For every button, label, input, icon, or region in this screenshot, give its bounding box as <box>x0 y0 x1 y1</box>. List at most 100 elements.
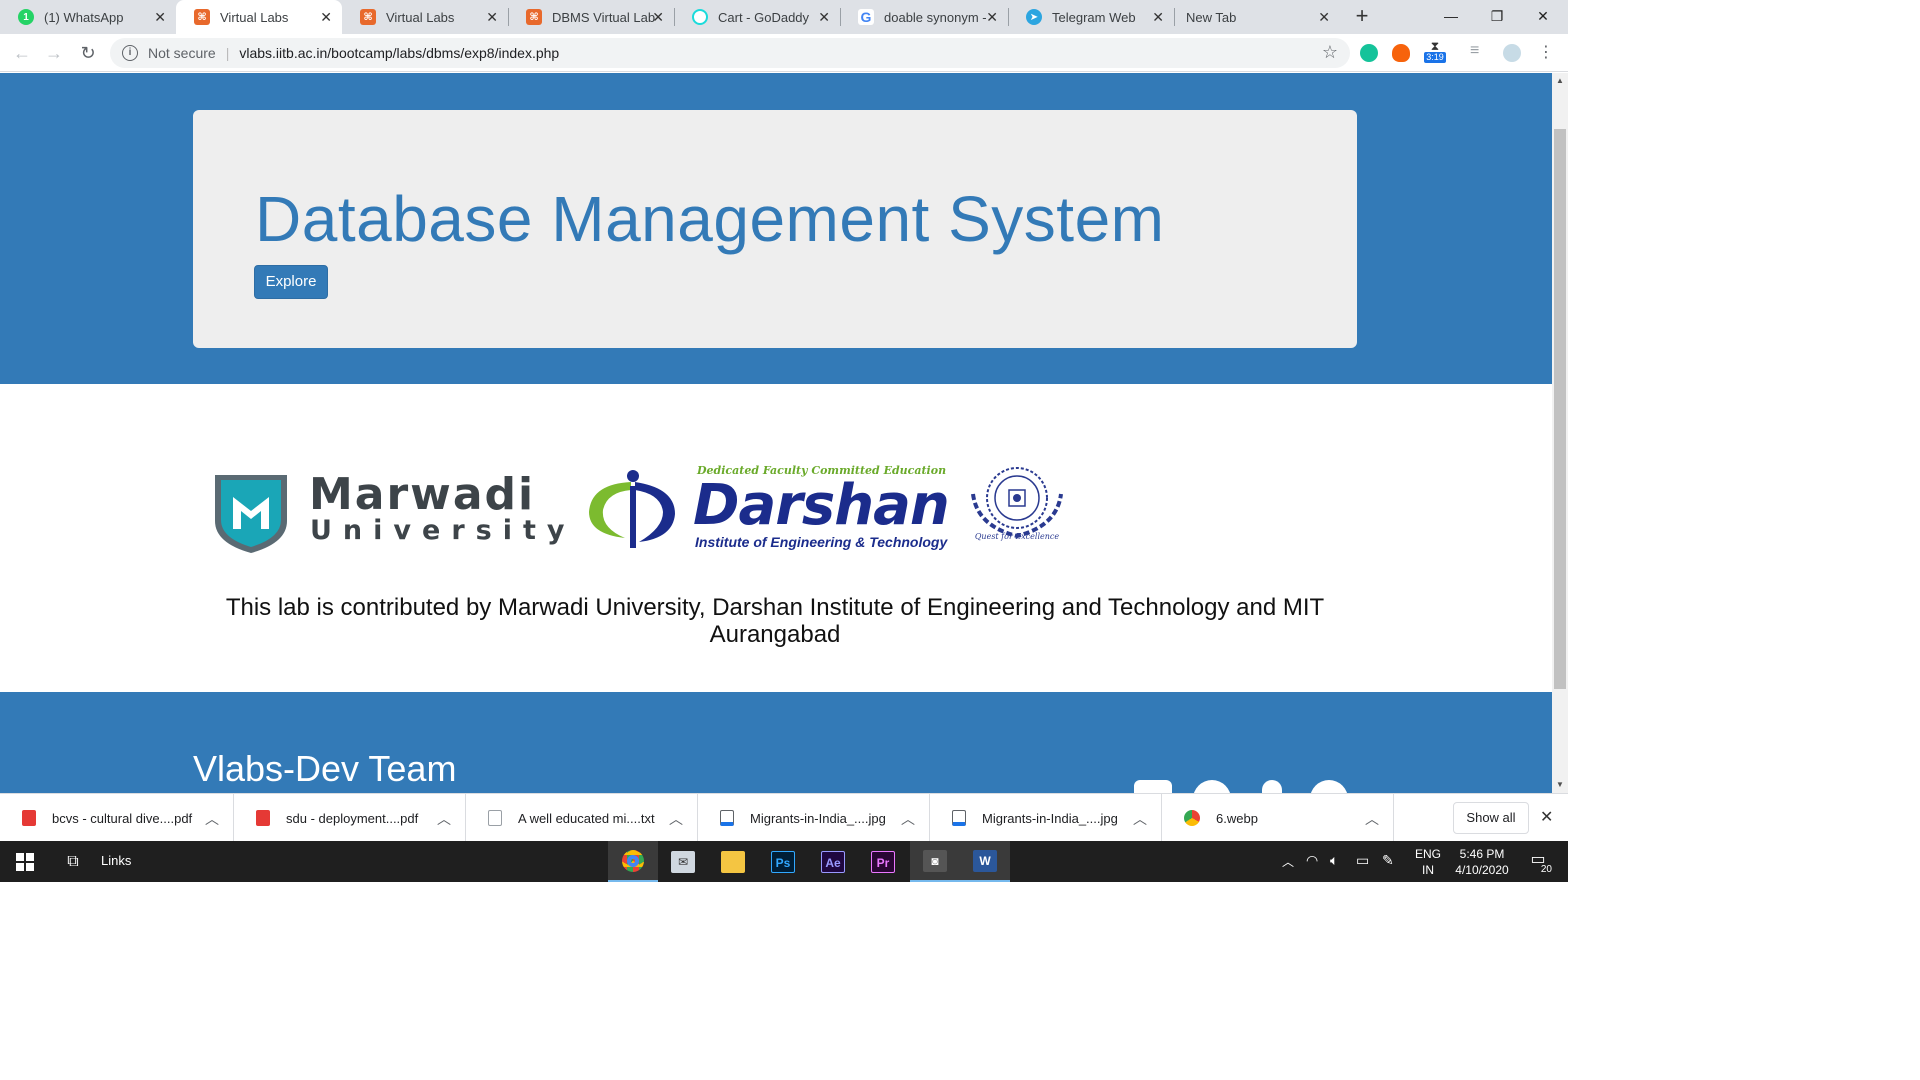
tab-virtual-labs[interactable]: ⌘ Virtual Labs ✕ <box>342 0 508 34</box>
forward-icon[interactable]: → <box>42 41 66 65</box>
mit-aurangabad-logo: Quest for Excellence <box>965 464 1069 554</box>
close-tab-icon[interactable]: ✕ <box>818 9 830 25</box>
tab-dbms-virtual-lab[interactable]: ⌘ DBMS Virtual Lab ✕ <box>508 0 674 34</box>
bookmark-star-icon[interactable]: ☆ <box>1322 42 1338 63</box>
contributors-section: Marwadi University Dedicated Faculty Com… <box>0 384 1552 692</box>
language-indicator[interactable]: ENG IN <box>1414 846 1442 878</box>
chrome-file-icon <box>1184 810 1200 826</box>
download-filename: A well educated mi....txt <box>518 810 655 826</box>
close-tab-icon[interactable]: ✕ <box>1152 9 1164 25</box>
close-tab-icon[interactable]: ✕ <box>486 9 498 25</box>
wifi-icon[interactable]: ◠ <box>1306 852 1318 869</box>
explore-button[interactable]: Explore <box>254 265 328 299</box>
tab-new-tab[interactable]: New Tab ✕ <box>1168 0 1340 34</box>
twitter-icon[interactable] <box>1193 780 1231 793</box>
chevron-up-icon[interactable]: ︿ <box>437 809 451 829</box>
notification-center-icon[interactable]: ▭ 20 <box>1524 849 1552 875</box>
pen-icon[interactable]: ✎ <box>1382 852 1394 869</box>
tab-title: Telegram Web <box>1052 9 1136 25</box>
marwadi-university-logo: Marwadi University <box>213 469 564 555</box>
footer-section: Vlabs-Dev Team <box>0 692 1552 793</box>
close-tab-icon[interactable]: ✕ <box>154 9 166 25</box>
facebook-icon[interactable] <box>1262 780 1282 793</box>
scroll-down-icon[interactable]: ▼ <box>1552 777 1568 793</box>
close-tab-icon[interactable]: ✕ <box>652 9 664 25</box>
scroll-thumb[interactable] <box>1554 129 1566 689</box>
chevron-up-icon[interactable]: ︿ <box>205 809 219 829</box>
new-tab-button[interactable]: + <box>1348 4 1376 30</box>
restore-button[interactable]: ❐ <box>1474 0 1520 34</box>
scroll-up-icon[interactable]: ▲ <box>1552 73 1568 89</box>
tab-title: Virtual Labs <box>220 9 289 25</box>
tab-whatsapp[interactable]: 1 (1) WhatsApp ✕ <box>0 0 176 34</box>
tab-telegram[interactable]: ➤ Telegram Web ✕ <box>1008 0 1174 34</box>
clock[interactable]: 5:46 PM 4/10/2020 <box>1450 846 1514 878</box>
chevron-up-icon[interactable]: ︿ <box>1133 809 1147 829</box>
minimize-button[interactable]: — <box>1428 0 1474 34</box>
tab-godaddy[interactable]: Cart - GoDaddy ✕ <box>674 0 840 34</box>
file-explorer-icon[interactable] <box>708 841 758 882</box>
chevron-up-icon[interactable]: ︿ <box>1365 809 1379 829</box>
battery-icon[interactable]: ▭ <box>1356 852 1369 869</box>
download-item[interactable]: bcvs - cultural dive....pdf ︿ <box>0 794 234 842</box>
show-all-button[interactable]: Show all <box>1453 802 1529 834</box>
volume-icon[interactable]: 🔈︎ <box>1330 852 1338 869</box>
close-window-button[interactable]: ✕ <box>1520 0 1566 34</box>
close-tab-icon[interactable]: ✕ <box>1318 9 1330 25</box>
back-icon[interactable]: ← <box>10 41 34 65</box>
photoshop-icon[interactable]: Ps <box>758 841 808 882</box>
task-view-icon[interactable]: ⧉ <box>48 841 98 882</box>
premiere-pro-icon[interactable]: Pr <box>858 841 908 882</box>
close-tab-icon[interactable]: ✕ <box>986 9 998 25</box>
grammarly-icon[interactable] <box>1360 44 1378 62</box>
tab-google-search[interactable]: G doable synonym - ✕ <box>840 0 1008 34</box>
download-item[interactable]: 6.webp ︿ <box>1162 794 1394 842</box>
download-filename: sdu - deployment....pdf <box>286 810 419 826</box>
close-shelf-icon[interactable]: ✕ <box>1540 807 1553 827</box>
info-icon[interactable]: i <box>122 45 138 61</box>
word-icon[interactable]: W <box>960 841 1010 882</box>
virtual-labs-icon: ⌘ <box>194 9 210 25</box>
profile-avatar[interactable] <box>1503 44 1521 62</box>
email-icon[interactable] <box>1310 780 1348 793</box>
download-item[interactable]: Migrants-in-India_....jpg ︿ <box>698 794 930 842</box>
close-tab-icon[interactable]: ✕ <box>320 9 332 25</box>
mit-seal-icon <box>971 467 1063 539</box>
windows-start-icon[interactable] <box>0 841 50 882</box>
tab-virtual-labs-active[interactable]: ⌘ Virtual Labs ✕ <box>176 0 342 34</box>
links-toolbar[interactable]: Links <box>101 853 131 868</box>
text-file-icon <box>488 810 502 826</box>
flame-extension-icon[interactable] <box>1392 44 1410 62</box>
darshan-emblem-icon <box>589 470 675 548</box>
download-filename: bcvs - cultural dive....pdf <box>52 810 193 826</box>
whatsapp-icon: 1 <box>18 9 34 25</box>
tab-strip: 1 (1) WhatsApp ✕ ⌘ Virtual Labs ✕ ⌘ Virt… <box>0 0 1568 34</box>
mail-app-icon[interactable]: ✉ <box>658 841 708 882</box>
chrome-taskbar-icon[interactable] <box>608 841 658 882</box>
tab-title: Virtual Labs <box>386 9 455 25</box>
timer-extension-icon[interactable]: ⧗ 3:19 <box>1424 40 1446 66</box>
download-filename: Migrants-in-India_....jpg <box>982 810 1118 826</box>
instagram-icon[interactable] <box>1134 780 1172 793</box>
browser-toolbar: ← → ↻ i Not secure | vlabs.iitb.ac.in/bo… <box>0 34 1568 72</box>
menu-icon[interactable]: ⋮ <box>1538 42 1554 62</box>
pdf-file-icon <box>256 810 270 826</box>
chevron-up-icon[interactable]: ︿ <box>901 809 915 829</box>
page-title: Database Management System <box>255 183 1165 255</box>
page-scrollbar[interactable]: ▲ ▼ <box>1552 73 1568 793</box>
download-item[interactable]: sdu - deployment....pdf ︿ <box>234 794 466 842</box>
media-control-icon[interactable]: ≡ <box>1470 42 1479 60</box>
url-text[interactable]: vlabs.iitb.ac.in/bootcamp/labs/dbms/exp8… <box>239 45 559 61</box>
reload-icon[interactable]: ↻ <box>76 41 100 65</box>
chevron-up-icon[interactable]: ︿ <box>1282 853 1294 870</box>
chevron-up-icon[interactable]: ︿ <box>669 809 683 829</box>
download-item[interactable]: A well educated mi....txt ︿ <box>466 794 698 842</box>
after-effects-icon[interactable]: Ae <box>808 841 858 882</box>
address-bar[interactable]: i Not secure | vlabs.iitb.ac.in/bootcamp… <box>110 38 1350 68</box>
download-item[interactable]: Migrants-in-India_....jpg ︿ <box>930 794 1162 842</box>
image-file-icon <box>720 810 734 826</box>
jumbotron: Database Management System Explore <box>193 110 1357 348</box>
virtual-labs-icon: ⌘ <box>526 9 542 25</box>
darshan-subtitle: Institute of Engineering & Technology <box>695 534 948 550</box>
app-taskbar-icon[interactable]: ◙ <box>910 841 960 882</box>
